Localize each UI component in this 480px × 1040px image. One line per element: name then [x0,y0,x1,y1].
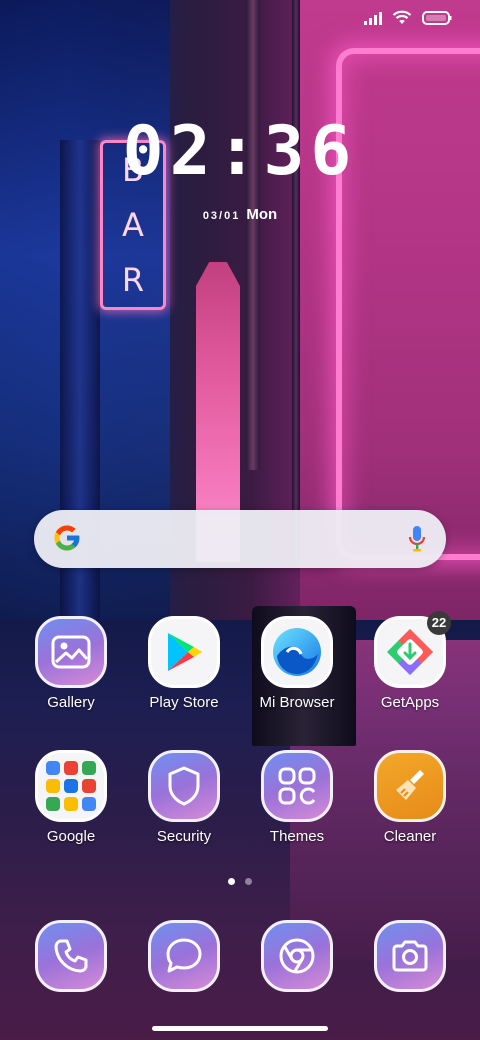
microphone-icon[interactable] [408,525,426,558]
date-number: 03/01 [202,210,241,222]
shield-icon [148,750,220,822]
signal-icon [364,11,382,25]
page-dot-2[interactable] [245,878,252,885]
play-store-icon [148,616,220,688]
gallery-icon [35,616,107,688]
status-bar [364,10,452,25]
notification-badge: 22 [427,611,451,635]
clock-date[interactable]: 03/01 Mon [0,206,480,223]
app-security[interactable]: Security [129,750,239,845]
google-g-icon [52,523,82,558]
date-weekday: Mon [246,206,278,223]
app-label: Play Store [149,694,219,711]
mi-browser-icon [261,616,333,688]
messages-icon [148,920,220,992]
camera-icon [374,920,446,992]
themes-icon [261,750,333,822]
getapps-icon: 22 [374,611,451,688]
app-label: Google [46,828,96,845]
phone-icon [35,920,107,992]
clock-time[interactable]: 02:36 [0,112,480,191]
dock-messages[interactable] [129,920,239,992]
app-cleaner[interactable]: Cleaner [355,750,465,845]
app-label: Cleaner [383,828,437,845]
broom-icon [374,750,446,822]
app-label: Themes [269,828,325,845]
app-label: GetApps [380,694,440,711]
page-indicator[interactable] [0,878,480,885]
google-folder-icon [35,750,107,822]
app-label: Mi Browser [259,694,335,711]
dock-phone[interactable] [16,920,126,992]
app-mi-browser[interactable]: Mi Browser [242,616,352,711]
wifi-icon [392,10,412,25]
app-play-store[interactable]: Play Store [129,616,239,711]
dock-camera[interactable] [355,920,465,992]
battery-icon [422,10,452,25]
google-search-bar[interactable] [34,510,446,568]
app-label: Gallery [47,694,95,711]
bar-sign-letter-r: R [121,260,145,299]
app-themes[interactable]: Themes [242,750,352,845]
app-gallery[interactable]: Gallery [16,616,126,711]
chrome-icon [261,920,333,992]
app-google-folder[interactable]: Google [16,750,126,845]
dock-chrome[interactable] [242,920,352,992]
home-indicator[interactable] [152,1026,328,1031]
app-getapps[interactable]: 22 GetApps [355,611,465,711]
app-label: Security [156,828,212,845]
page-dot-1[interactable] [228,878,235,885]
